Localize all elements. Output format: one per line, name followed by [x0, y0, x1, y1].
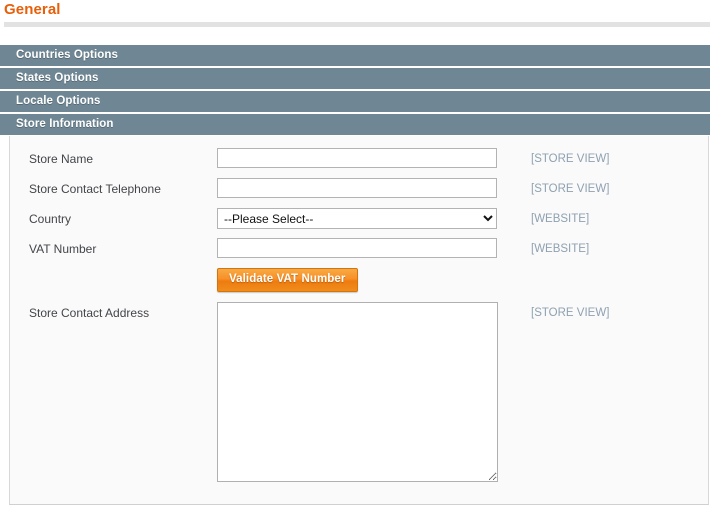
- field-row-store-contact-address: Store Contact Address [STORE VIEW]: [10, 302, 708, 485]
- control-country: --Please Select--: [217, 208, 505, 229]
- field-row-country: Country --Please Select-- [WEBSITE]: [10, 208, 708, 230]
- vat-number-input[interactable]: [217, 238, 497, 258]
- validate-vat-row: Validate VAT Number: [10, 268, 708, 292]
- field-row-vat-number: VAT Number [WEBSITE]: [10, 238, 708, 260]
- section-label: States Options: [16, 72, 99, 84]
- store-name-input[interactable]: [217, 148, 497, 168]
- label-store-name: Store Name: [29, 152, 94, 166]
- section-header-states-options[interactable]: States Options: [0, 68, 710, 89]
- label-vat-number: VAT Number: [29, 242, 97, 256]
- button-spacer: [10, 268, 217, 292]
- section-label: Countries Options: [16, 49, 119, 61]
- scope-store-contact-telephone: [STORE VIEW]: [531, 183, 610, 195]
- control-store-contact-address: [217, 302, 505, 485]
- store-information-panel: Store Name [STORE VIEW] Store Contact Te…: [9, 136, 709, 505]
- scope-country: [WEBSITE]: [531, 213, 590, 225]
- section-header-store-information[interactable]: Store Information: [0, 114, 710, 135]
- config-sections: Countries Options States Options Locale …: [0, 45, 710, 505]
- section-label: Store Information: [16, 118, 114, 130]
- section-label: Locale Options: [16, 95, 101, 107]
- field-row-store-name: Store Name [STORE VIEW]: [10, 148, 708, 170]
- store-contact-address-textarea[interactable]: [217, 302, 498, 482]
- control-store-name: [217, 148, 505, 168]
- scope-store-contact-address: [STORE VIEW]: [531, 307, 610, 319]
- label-store-contact-address: Store Contact Address: [29, 306, 150, 320]
- country-select[interactable]: --Please Select--: [217, 208, 497, 229]
- page-title: General: [4, 1, 61, 18]
- control-store-contact-telephone: [217, 178, 505, 198]
- field-row-store-contact-telephone: Store Contact Telephone [STORE VIEW]: [10, 178, 708, 200]
- scope-vat-number: [WEBSITE]: [531, 243, 590, 255]
- section-header-locale-options[interactable]: Locale Options: [0, 91, 710, 112]
- store-contact-telephone-input[interactable]: [217, 178, 497, 198]
- title-divider: [4, 22, 710, 27]
- control-validate-vat: Validate VAT Number: [217, 268, 505, 292]
- section-header-countries-options[interactable]: Countries Options: [0, 45, 710, 66]
- validate-vat-number-button[interactable]: Validate VAT Number: [217, 268, 358, 292]
- control-vat-number: [217, 238, 505, 258]
- scope-store-name: [STORE VIEW]: [531, 153, 610, 165]
- label-country: Country: [29, 212, 72, 226]
- label-store-contact-telephone: Store Contact Telephone: [29, 182, 161, 196]
